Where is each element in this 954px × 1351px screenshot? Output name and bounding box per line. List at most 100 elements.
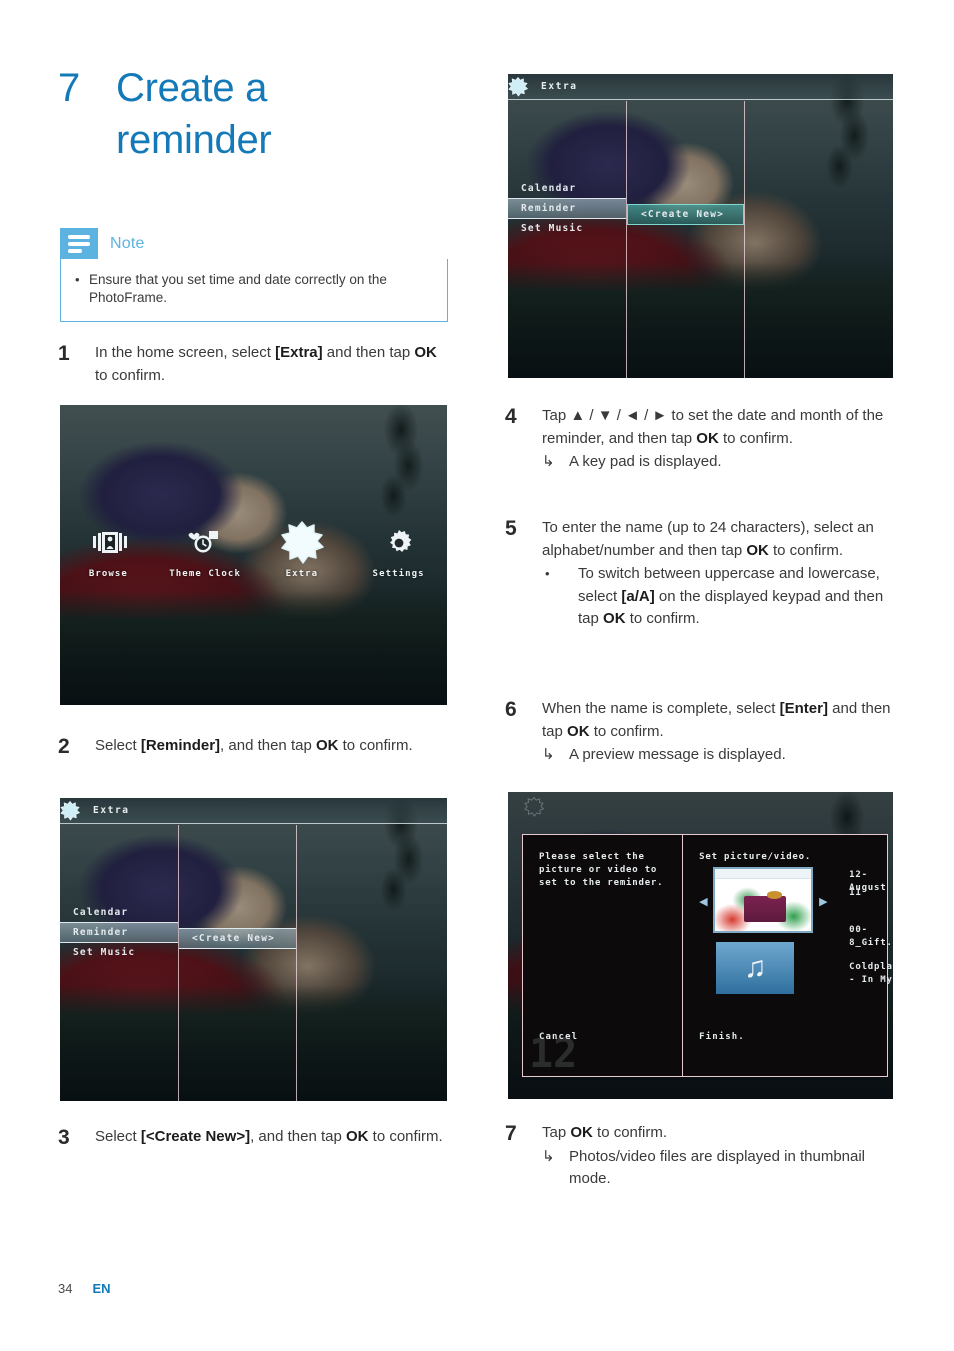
music-note-thumbnail[interactable]: ♫ — [716, 942, 795, 994]
note-box: Note • Ensure that you set time and date… — [60, 228, 448, 322]
step-4-number: 4 — [505, 405, 517, 428]
dialog-finish-button[interactable]: Finish. — [699, 1032, 745, 1042]
step-5-bullet-part-1: [a/A] — [621, 587, 655, 605]
note-label: Note — [110, 234, 145, 252]
dialog-right-pane: Set picture/video. ◀ ▶ 12-August 11 00-8… — [683, 835, 893, 1076]
step-3-part-3: OK — [346, 1128, 369, 1145]
step-7-text: Tap OK to confirm. ↳ Photos/video files … — [542, 1122, 897, 1191]
home-item-extra[interactable]: Extra — [254, 521, 351, 579]
step-4-result: ↳ A key pad is displayed. — [542, 451, 897, 474]
column-divider-2 — [744, 101, 745, 378]
dpad-arrows-icon: ▲ / ▼ / ◄ / ► — [570, 407, 668, 424]
reminder-dialog-panel: Please select the picture or video to se… — [522, 834, 893, 1077]
dialog-date-line2: 11 — [849, 888, 862, 898]
dialog-watermark: 12 — [529, 1031, 578, 1077]
step-3-part-4: to confirm. — [368, 1128, 443, 1145]
dialog-left-pane: Please select the picture or video to se… — [523, 835, 684, 1077]
language-code: EN — [92, 1281, 111, 1296]
extra-right-header-label: Extra — [541, 81, 578, 92]
step-1-number: 1 — [58, 342, 70, 365]
home-item-theme-clock[interactable]: Theme Clock — [157, 523, 254, 579]
step-1: 1 In the home screen, select [Extra] and… — [58, 342, 450, 387]
step-7-result-text: Photos/video files are displayed in thum… — [569, 1147, 866, 1188]
submenu-item-create-new[interactable]: <Create New> — [627, 204, 744, 225]
menu-item-set-music[interactable]: Set Music — [60, 943, 178, 962]
home-item-settings[interactable]: Settings — [350, 523, 447, 579]
step-1-text: In the home screen, select [Extra] and t… — [95, 342, 450, 387]
menu-item-set-music[interactable]: Set Music — [508, 219, 626, 238]
home-item-browse[interactable]: Browse — [60, 523, 157, 579]
home-label-extra: Extra — [285, 569, 319, 579]
extra-left-header-label: Extra — [93, 805, 130, 816]
photo-frame-icon — [88, 523, 128, 563]
extra-left-menu-list: Calendar Reminder Set Music — [60, 903, 178, 962]
step-5-bullet: • To switch between uppercase and lowerc… — [542, 563, 897, 631]
screenshot-extra-menu-right: Extra Calendar Reminder Set Music <Creat… — [508, 74, 893, 378]
gift-photo-thumbnail[interactable] — [713, 867, 814, 933]
step-3-part-2: , and then tap — [250, 1128, 346, 1145]
step-5: 5 To enter the name (up to 24 characters… — [505, 517, 897, 631]
arrow-left-icon[interactable]: ◀ — [699, 895, 707, 908]
step-7-number: 7 — [505, 1122, 517, 1145]
step-7: 7 Tap OK to confirm. ↳ Photos/video file… — [505, 1122, 897, 1191]
step-3-text: Select [<Create New>], and then tap OK t… — [95, 1126, 450, 1150]
step-2-part-1: [Reminder] — [140, 737, 221, 754]
thumbnail-banner — [715, 869, 812, 879]
step-2-part-0: Select — [95, 737, 141, 754]
note-header: Note — [60, 228, 448, 259]
menu-item-calendar[interactable]: Calendar — [508, 179, 626, 198]
dialog-music-filename: Coldplay - In My — [849, 962, 893, 985]
chapter-number: 7 — [58, 66, 80, 110]
step-4-part-3: OK — [696, 429, 719, 447]
step-6-result: ↳ A preview message is displayed. — [542, 744, 897, 767]
step-4-text: Tap ▲ / ▼ / ◄ / ► to set the date and mo… — [542, 405, 897, 474]
result-arrow-icon: ↳ — [542, 1147, 555, 1165]
step-1-part-3: OK — [414, 344, 437, 361]
step-1-part-1: [Extra] — [275, 344, 323, 361]
result-arrow-icon: ↳ — [542, 453, 555, 470]
flower-burst-icon — [280, 521, 324, 564]
step-5-part-2: to confirm. — [768, 541, 844, 559]
manual-page: 7 Create a reminder Note • Ensure that y… — [0, 0, 954, 1351]
step-2-part-3: OK — [315, 737, 339, 754]
extra-left-submenu-list: <Create New> — [179, 928, 296, 949]
menu-item-calendar[interactable]: Calendar — [60, 903, 178, 922]
step-6-number: 6 — [505, 698, 517, 721]
step-3-part-1: [<Create New>] — [140, 1128, 251, 1145]
step-6-text: When the name is complete, select [Enter… — [542, 698, 897, 767]
step-7-part-2: to confirm. — [592, 1124, 668, 1141]
screenshot-reminder-dialog: Please select the picture or video to se… — [508, 792, 893, 1099]
gift-box-shape — [743, 895, 787, 922]
step-6: 6 When the name is complete, select [Ent… — [505, 698, 897, 767]
step-2-number: 2 — [58, 735, 70, 758]
step-4-part-0: Tap — [542, 407, 571, 424]
music-note-icon: ♫ — [743, 951, 767, 984]
step-3-part-0: Select — [95, 1128, 141, 1145]
step-6-result-text: A preview message is displayed. — [569, 746, 786, 763]
step-7-result: ↳ Photos/video files are displayed in th… — [542, 1146, 897, 1191]
step-3-number: 3 — [58, 1126, 70, 1149]
chapter-title-line2: reminder — [116, 118, 272, 162]
flower-burst-icon — [508, 76, 528, 97]
step-1-part-0: In the home screen, select — [95, 344, 276, 361]
flower-burst-icon — [60, 800, 80, 821]
home-label-theme-clock: Theme Clock — [169, 569, 241, 579]
step-5-part-1: OK — [746, 541, 769, 559]
menu-item-reminder[interactable]: Reminder — [60, 922, 178, 943]
thumbnail-scene — [715, 878, 812, 931]
home-icon-row: Browse Theme Clock Extra Settings — [60, 521, 447, 579]
arrow-right-icon[interactable]: ▶ — [819, 895, 827, 908]
home-label-settings: Settings — [372, 569, 425, 579]
submenu-item-create-new[interactable]: <Create New> — [179, 928, 296, 949]
step-2-text: Select [Reminder], and then tap OK to co… — [95, 735, 450, 759]
step-2-part-4: to confirm. — [338, 737, 413, 754]
flower-burst-icon — [524, 797, 544, 817]
step-6-part-1: [Enter] — [779, 700, 828, 717]
page-footer: 34 EN — [58, 1281, 111, 1296]
gift-bow-shape — [766, 891, 783, 899]
step-3: 3 Select [<Create New>], and then tap OK… — [58, 1126, 450, 1150]
menu-item-reminder[interactable]: Reminder — [508, 198, 626, 219]
step-1-part-4: to confirm. — [95, 366, 166, 384]
step-4: 4 Tap ▲ / ▼ / ◄ / ► to set the date and … — [505, 405, 897, 474]
step-7-part-1: OK — [570, 1124, 593, 1141]
